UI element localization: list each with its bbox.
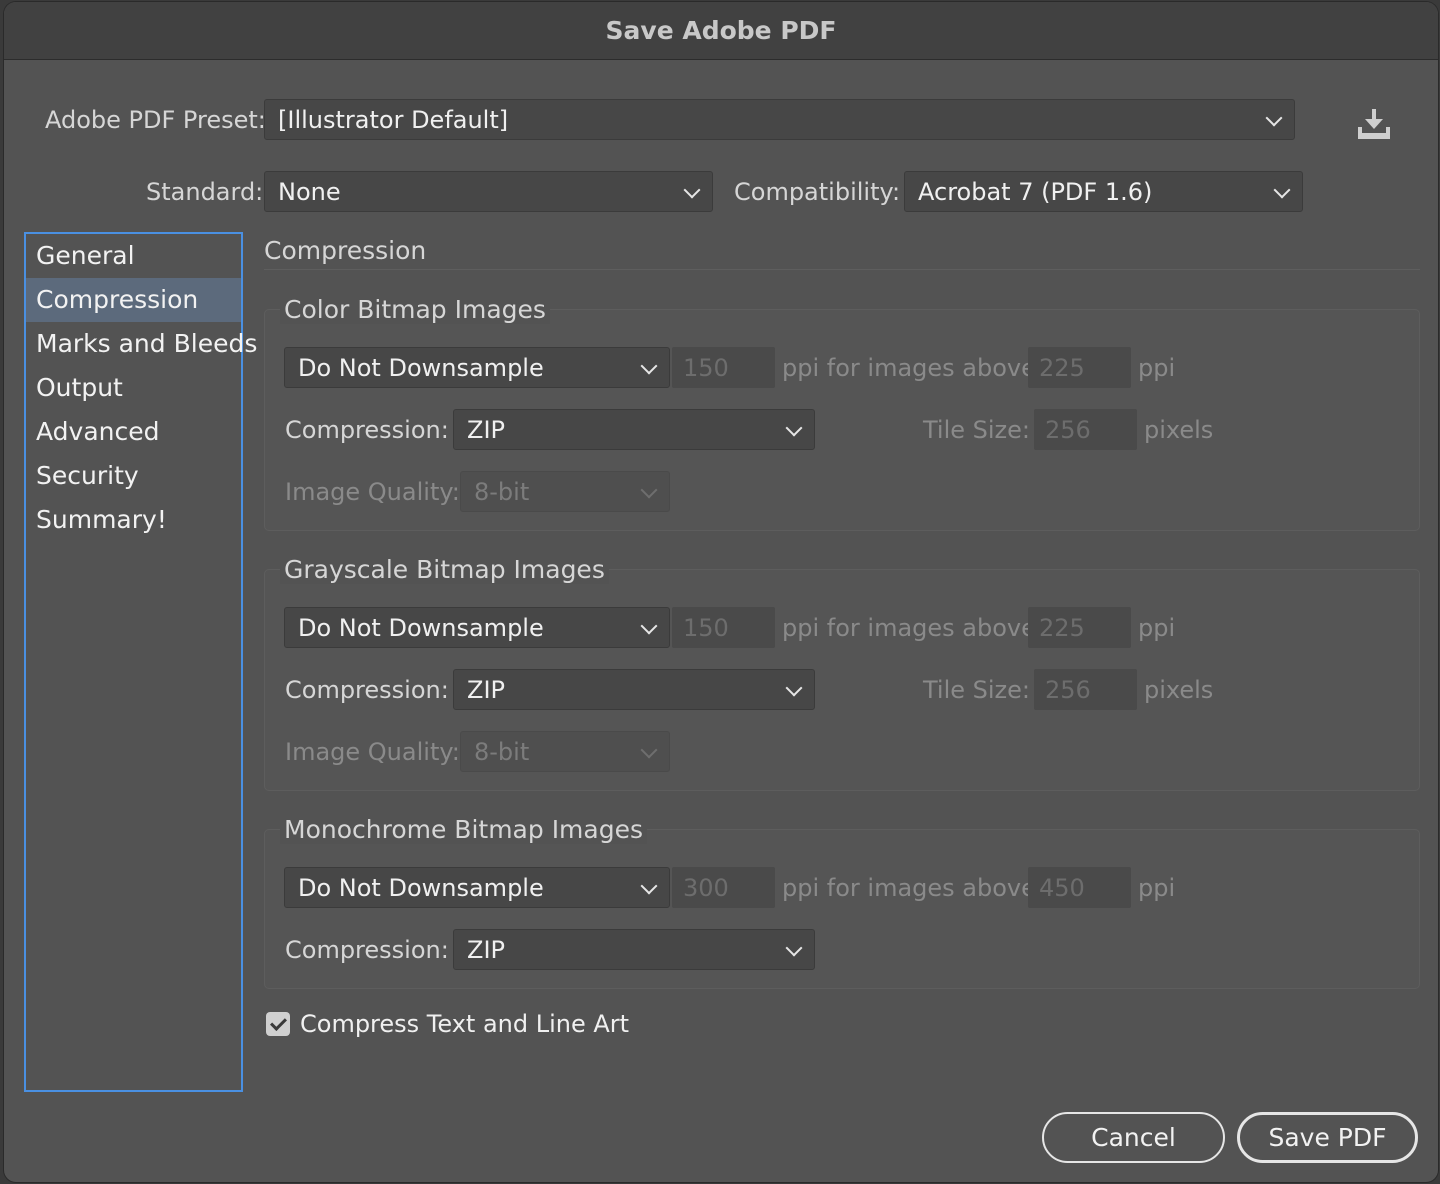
mono-ppi-field[interactable]: 300 [672, 867, 775, 908]
mono-ppi-unit: ppi [1138, 874, 1176, 902]
gray-quality-label: Image Quality: [285, 738, 460, 766]
preset-value: [Illustrator Default] [278, 105, 509, 134]
color-compression-label: Compression: [285, 416, 449, 444]
chevron-down-icon [683, 181, 701, 198]
sidebar-item-general[interactable]: General [26, 234, 241, 278]
gray-downsample-select[interactable]: Do Not Downsample [284, 607, 670, 648]
gray-tile-unit: pixels [1144, 676, 1214, 704]
compatibility-value: Acrobat 7 (PDF 1.6) [918, 177, 1153, 206]
sidebar-item-compression[interactable]: Compression [26, 278, 241, 322]
mono-downsample-select[interactable]: Do Not Downsample [284, 867, 670, 908]
standard-value: None [278, 177, 341, 206]
panel-title: Compression [264, 236, 427, 265]
standard-label: Standard: [146, 178, 264, 206]
sidebar-item-marks-and-bleeds[interactable]: Marks and Bleeds [26, 322, 257, 366]
color-downsample-select[interactable]: Do Not Downsample [284, 347, 670, 388]
chevron-down-icon [785, 679, 803, 696]
compress-text-label[interactable]: Compress Text and Line Art [300, 1010, 629, 1038]
color-ppi-above-label: ppi for images above [782, 354, 1036, 382]
mono-above-field[interactable]: 450 [1028, 867, 1131, 908]
save-pdf-dialog: Save Adobe PDF Adobe PDF Preset: [Illust… [4, 2, 1438, 1182]
mono-compression-select[interactable]: ZIP [453, 929, 815, 970]
mono-group-title: Monochrome Bitmap Images [280, 815, 648, 844]
gray-tile-field[interactable]: 256 [1034, 669, 1137, 710]
gray-compression-label: Compression: [285, 676, 449, 704]
compress-text-checkbox[interactable] [266, 1012, 290, 1036]
chevron-down-icon [640, 617, 658, 634]
color-above-field[interactable]: 225 [1028, 347, 1131, 388]
gray-above-field[interactable]: 225 [1028, 607, 1131, 648]
color-compression-value: ZIP [467, 415, 505, 444]
compatibility-label: Compatibility: [734, 178, 901, 206]
chevron-down-icon [1265, 109, 1283, 126]
sidebar-item-security[interactable]: Security [26, 454, 241, 498]
gray-tile-label: Tile Size: [923, 676, 1031, 704]
chevron-down-icon [1273, 181, 1291, 198]
chevron-down-icon [640, 481, 658, 498]
color-quality-value: 8-bit [474, 477, 530, 506]
mono-compression-label: Compression: [285, 936, 449, 964]
sidebar-item-output[interactable]: Output [26, 366, 241, 410]
standard-select[interactable]: None [264, 171, 713, 212]
gray-quality-value: 8-bit [474, 737, 530, 766]
color-group-title: Color Bitmap Images [280, 295, 550, 324]
mono-ppi-above-label: ppi for images above [782, 874, 1036, 902]
color-ppi-field[interactable]: 150 [672, 347, 775, 388]
color-ppi-unit: ppi [1138, 354, 1176, 382]
divider [264, 269, 1420, 270]
color-quality-label: Image Quality: [285, 478, 460, 506]
gray-ppi-field[interactable]: 150 [672, 607, 775, 648]
cancel-button[interactable]: Cancel [1042, 1112, 1225, 1163]
save-pdf-button[interactable]: Save PDF [1237, 1112, 1418, 1163]
save-preset-icon[interactable] [1356, 107, 1392, 141]
color-tile-field[interactable]: 256 [1034, 409, 1137, 450]
gray-downsample-value: Do Not Downsample [298, 613, 544, 642]
gray-ppi-above-label: ppi for images above [782, 614, 1036, 642]
sidebar: General Compression Marks and Bleeds Out… [24, 232, 257, 1092]
mono-downsample-value: Do Not Downsample [298, 873, 544, 902]
chevron-down-icon [640, 357, 658, 374]
compatibility-select[interactable]: Acrobat 7 (PDF 1.6) [904, 171, 1303, 212]
gray-group-title: Grayscale Bitmap Images [280, 555, 609, 584]
color-tile-unit: pixels [1144, 416, 1214, 444]
sidebar-item-summary[interactable]: Summary! [26, 498, 241, 542]
gray-ppi-unit: ppi [1138, 614, 1176, 642]
gray-compression-select[interactable]: ZIP [453, 669, 815, 710]
preset-select[interactable]: [Illustrator Default] [264, 99, 1295, 140]
mono-compression-value: ZIP [467, 935, 505, 964]
color-downsample-value: Do Not Downsample [298, 353, 544, 382]
color-compression-select[interactable]: ZIP [453, 409, 815, 450]
gray-compression-value: ZIP [467, 675, 505, 704]
sidebar-item-advanced[interactable]: Advanced [26, 410, 241, 454]
monochrome-bitmap-group [264, 829, 1420, 989]
chevron-down-icon [640, 741, 658, 758]
chevron-down-icon [785, 939, 803, 956]
chevron-down-icon [785, 419, 803, 436]
window-title: Save Adobe PDF [4, 2, 1438, 60]
preset-label: Adobe PDF Preset: [45, 106, 266, 134]
gray-quality-select[interactable]: 8-bit [460, 731, 670, 772]
chevron-down-icon [640, 877, 658, 894]
color-quality-select[interactable]: 8-bit [460, 471, 670, 512]
color-tile-label: Tile Size: [923, 416, 1031, 444]
